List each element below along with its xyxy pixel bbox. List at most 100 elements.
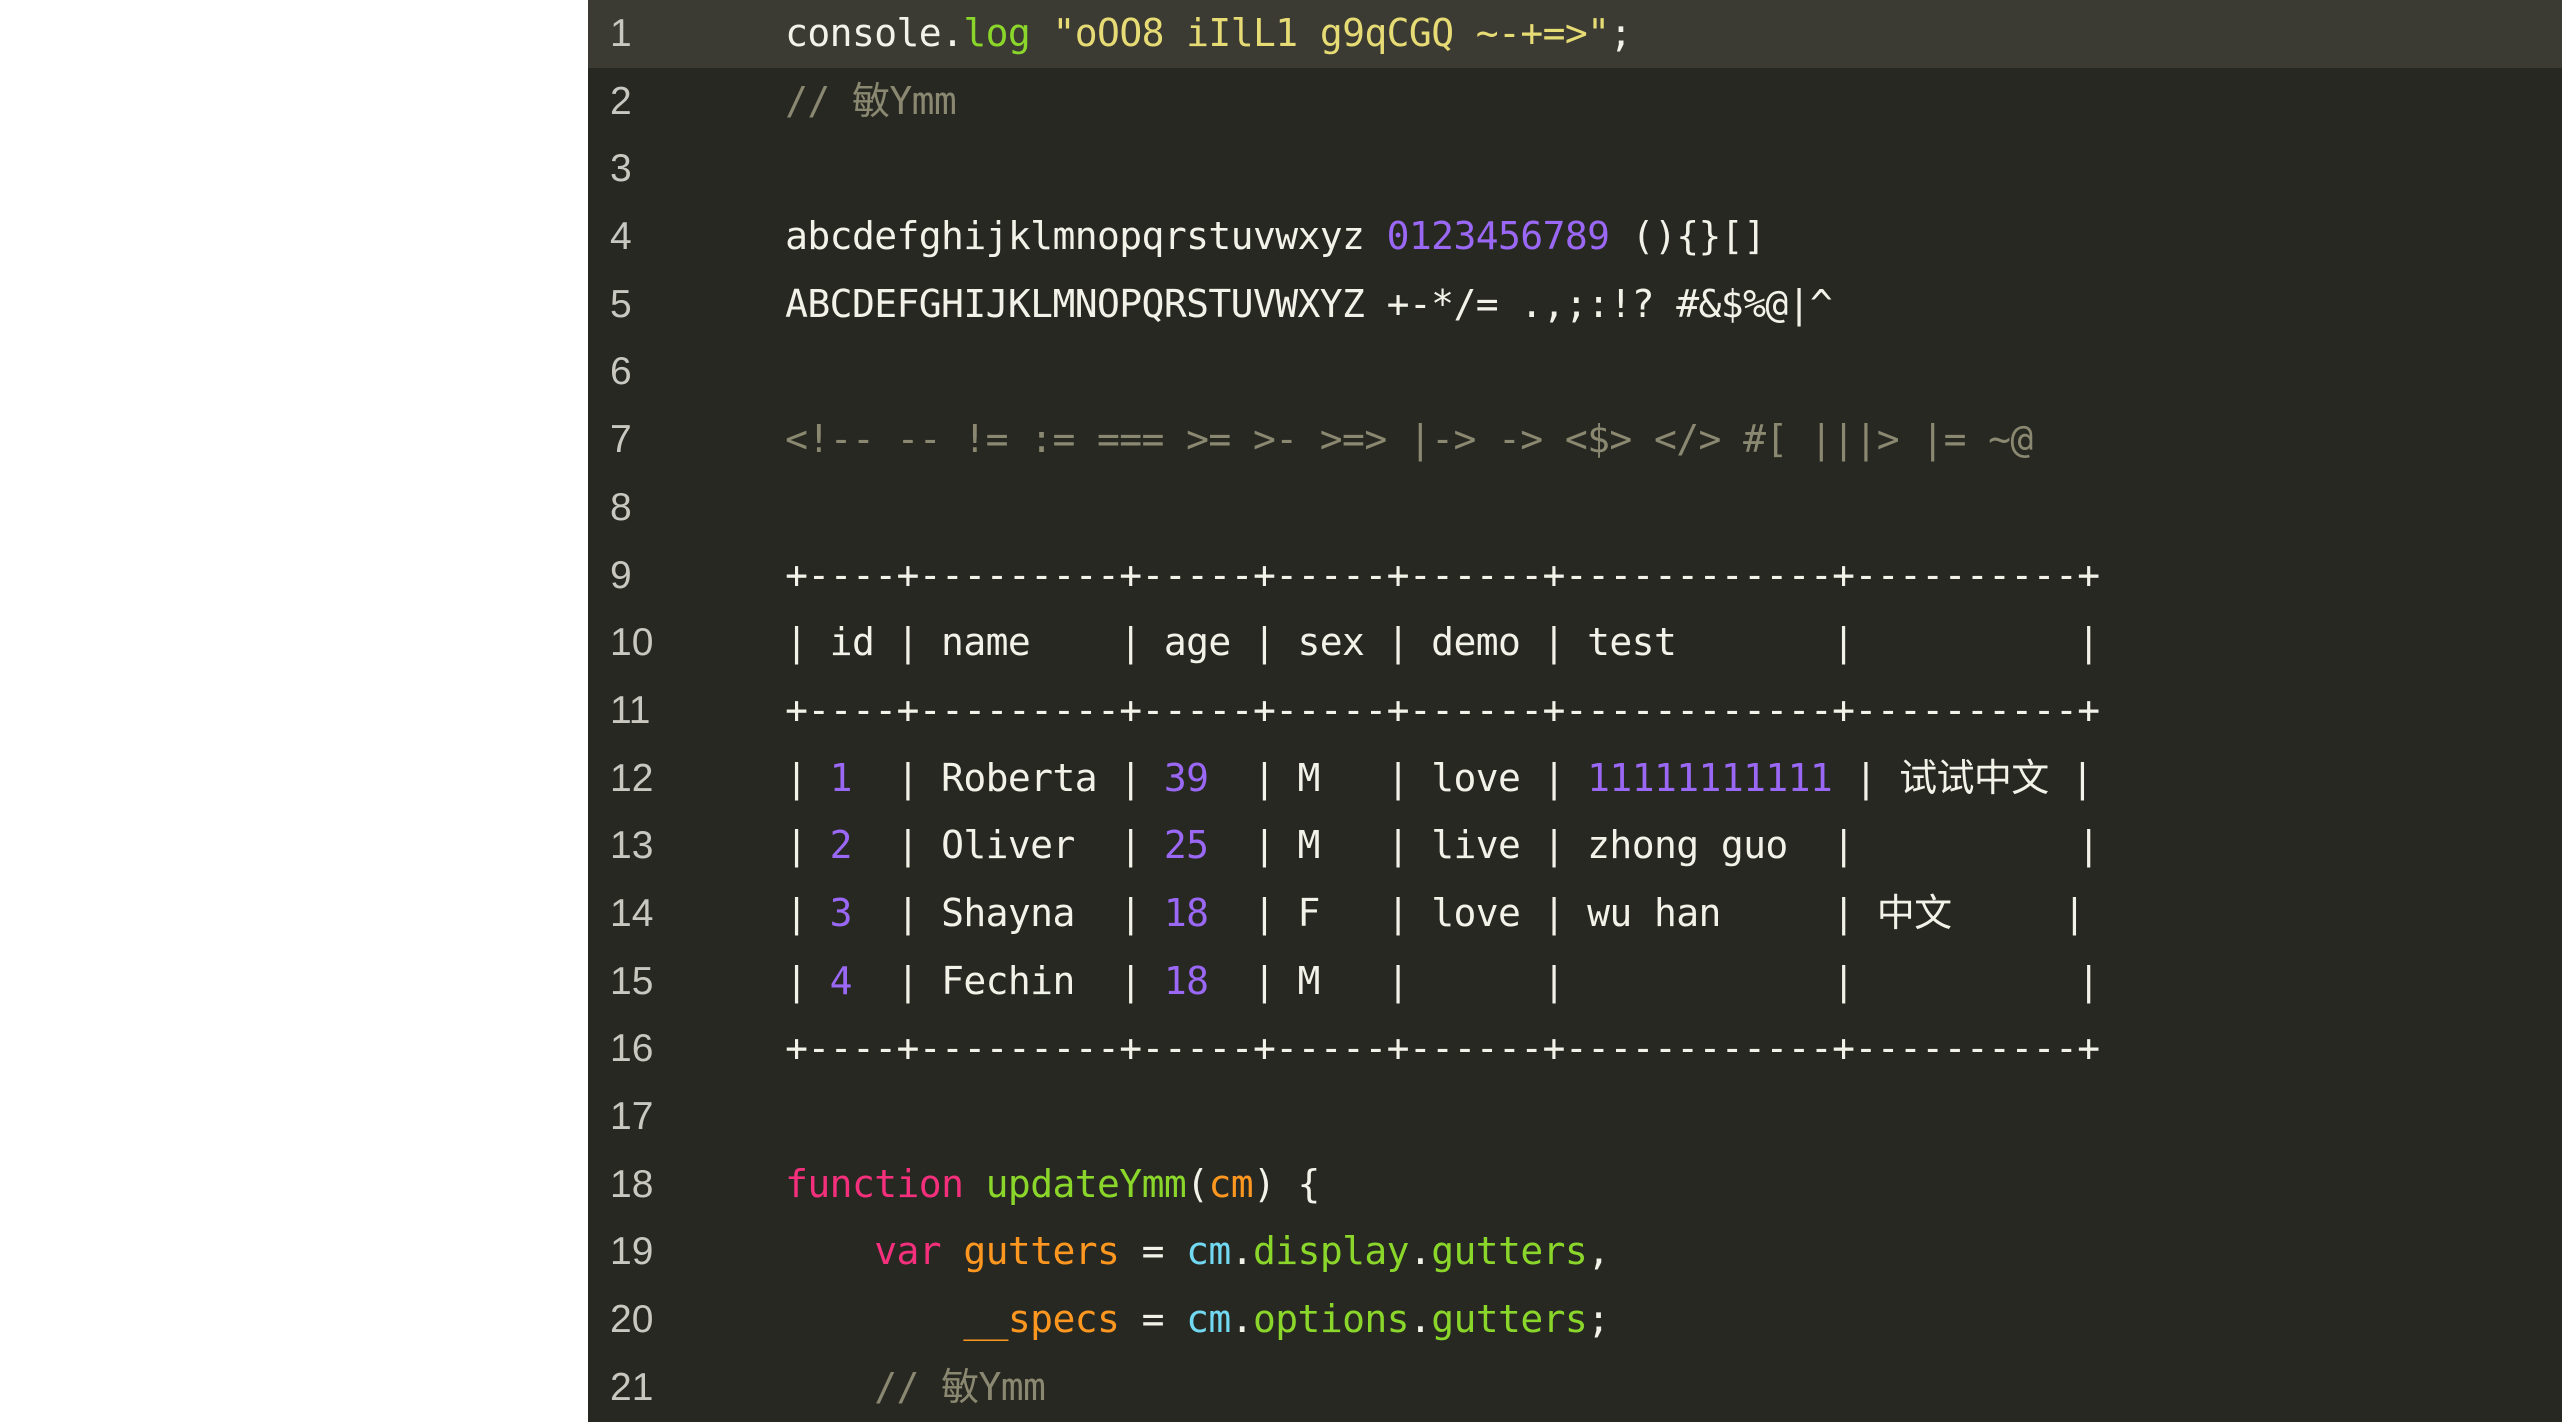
code-line[interactable]: 9 +----+---------+-----+-----+------+---… bbox=[588, 542, 2562, 610]
code-line-content[interactable]: | id | name | age | sex | demo | test | … bbox=[696, 609, 2562, 677]
code-line-content[interactable]: | 4 | Fechin | 18 | M | | | | bbox=[696, 948, 2562, 1016]
code-token: 39 bbox=[1163, 755, 1209, 800]
code-line-content[interactable]: // 敏Ymm bbox=[696, 1354, 2562, 1422]
code-token: ) { bbox=[1253, 1161, 1320, 1206]
line-number[interactable]: 18 bbox=[588, 1151, 696, 1219]
line-number[interactable]: 6 bbox=[588, 338, 696, 406]
code-line[interactable]: 21 // 敏Ymm bbox=[588, 1354, 2562, 1422]
code-line-content[interactable]: ABCDEFGHIJKLMNOPQRSTUVWXYZ +-*/= .,;:!? … bbox=[696, 271, 2562, 339]
code-line[interactable]: 18 function updateYmm(cm) { bbox=[588, 1151, 2562, 1219]
code-token: 中文 bbox=[1876, 890, 1952, 935]
code-line-content[interactable] bbox=[696, 338, 2562, 406]
code-line-content[interactable]: <!-- -- != := === >= >- >=> |-> -> <$> <… bbox=[696, 406, 2562, 474]
code-token: = bbox=[1119, 1229, 1187, 1274]
code-line[interactable]: 3 bbox=[588, 135, 2562, 203]
code-token: gutters bbox=[1431, 1229, 1588, 1274]
code-line[interactable]: 14 | 3 | Shayna | 18 | F | love | wu han… bbox=[588, 880, 2562, 948]
code-token: var bbox=[874, 1229, 942, 1274]
code-line-content[interactable]: | 1 | Roberta | 39 | M | love | 11111111… bbox=[696, 745, 2562, 813]
code-line[interactable]: 12 | 1 | Roberta | 39 | M | love | 11111… bbox=[588, 745, 2562, 813]
line-number[interactable]: 4 bbox=[588, 203, 696, 271]
code-token: ABCDEFGHIJKLMNOPQRSTUVWXYZ +-*/= .,;:!? … bbox=[696, 281, 1833, 326]
line-number[interactable]: 8 bbox=[588, 474, 696, 542]
code-token: . bbox=[1408, 1229, 1432, 1274]
code-token: options bbox=[1252, 1297, 1410, 1342]
code-line[interactable]: 8 bbox=[588, 474, 2562, 542]
code-line-content[interactable]: +----+---------+-----+-----+------+-----… bbox=[696, 677, 2562, 745]
left-blank-margin bbox=[0, 0, 588, 1422]
code-line-content[interactable] bbox=[696, 474, 2562, 542]
code-line-content[interactable] bbox=[696, 135, 2562, 203]
code-token: ; bbox=[1587, 1297, 1610, 1342]
code-line[interactable]: 20 __specs = cm.options.gutters; bbox=[588, 1286, 2562, 1354]
code-token: 1 bbox=[829, 755, 853, 800]
line-number[interactable]: 7 bbox=[588, 406, 696, 474]
code-editor-pane[interactable]: 1 console.log "oOO8 iIlL1 g9qCGQ ~-+=>";… bbox=[588, 0, 2562, 1422]
code-token: 18 bbox=[1163, 890, 1209, 935]
code-token: function bbox=[785, 1161, 964, 1206]
code-line-content[interactable]: // 敏Ymm bbox=[696, 68, 2562, 136]
line-number[interactable]: 2 bbox=[588, 68, 696, 136]
code-line-content[interactable]: var gutters = cm.display.gutters, bbox=[696, 1218, 2562, 1286]
code-line[interactable]: 5 ABCDEFGHIJKLMNOPQRSTUVWXYZ +-*/= .,;:!… bbox=[588, 271, 2562, 339]
code-token: . bbox=[1408, 1297, 1432, 1342]
code-token: | Oliver | bbox=[851, 823, 1164, 868]
line-number[interactable]: 12 bbox=[588, 745, 696, 813]
code-token: 敏 bbox=[851, 78, 890, 123]
line-number[interactable]: 20 bbox=[588, 1286, 696, 1354]
code-line-content[interactable]: abcdefghijklmnopqrstuvwxyz 0123456789 ()… bbox=[696, 203, 2562, 271]
line-number[interactable]: 3 bbox=[588, 135, 696, 203]
code-line[interactable]: 15 | 4 | Fechin | 18 | M | | | | bbox=[588, 948, 2562, 1016]
code-line[interactable]: 16 +----+---------+-----+-----+------+--… bbox=[588, 1015, 2562, 1083]
code-token: 试试中文 bbox=[1899, 755, 2049, 800]
code-line-content[interactable]: | 2 | Oliver | 25 | M | live | zhong guo… bbox=[696, 812, 2562, 880]
screenshot-root: 1 console.log "oOO8 iIlL1 g9qCGQ ~-+=>";… bbox=[0, 0, 2562, 1422]
code-token: | id | name | age | sex | demo | test | … bbox=[696, 620, 2100, 665]
code-token: updateYmm bbox=[985, 1161, 1187, 1206]
code-token: +----+---------+-----+-----+------+-----… bbox=[696, 1026, 2100, 1071]
line-number[interactable]: 14 bbox=[588, 880, 696, 948]
code-line[interactable]: 6 bbox=[588, 338, 2562, 406]
line-number[interactable]: 13 bbox=[588, 812, 696, 880]
code-lines-container[interactable]: 1 console.log "oOO8 iIlL1 g9qCGQ ~-+=>";… bbox=[588, 0, 2562, 1421]
code-token: | F | love | wu han | bbox=[1208, 890, 1877, 935]
line-number[interactable]: 16 bbox=[588, 1015, 696, 1083]
code-line-content[interactable]: __specs = cm.options.gutters; bbox=[696, 1286, 2562, 1354]
code-line[interactable]: 7 <!-- -- != := === >= >- >=> |-> -> <$>… bbox=[588, 406, 2562, 474]
line-number[interactable]: 19 bbox=[588, 1218, 696, 1286]
line-number[interactable]: 9 bbox=[588, 542, 696, 610]
code-line[interactable]: 17 bbox=[588, 1083, 2562, 1151]
line-number[interactable]: 1 bbox=[588, 0, 696, 68]
code-token: | bbox=[696, 958, 830, 1003]
code-line[interactable]: 11 +----+---------+-----+-----+------+--… bbox=[588, 677, 2562, 745]
line-number[interactable]: 11 bbox=[588, 677, 696, 745]
code-line-content[interactable] bbox=[696, 1083, 2562, 1151]
code-token: cm bbox=[1186, 1229, 1231, 1274]
code-token: 敏 bbox=[941, 1364, 979, 1409]
code-line-content[interactable]: +----+---------+-----+-----+------+-----… bbox=[696, 542, 2562, 610]
code-token: log bbox=[963, 11, 1031, 55]
code-line[interactable]: 1 console.log "oOO8 iIlL1 g9qCGQ ~-+=>"; bbox=[588, 0, 2562, 68]
code-token: | Roberta | bbox=[851, 755, 1164, 800]
line-number[interactable]: 10 bbox=[588, 609, 696, 677]
code-line[interactable]: 10 | id | name | age | sex | demo | test… bbox=[588, 609, 2562, 677]
code-token: Ymm bbox=[889, 78, 957, 123]
line-number[interactable]: 17 bbox=[588, 1083, 696, 1151]
code-line[interactable]: 2 // 敏Ymm bbox=[588, 68, 2562, 136]
code-line-content[interactable]: console.log "oOO8 iIlL1 g9qCGQ ~-+=>"; bbox=[696, 0, 2562, 68]
code-line-content[interactable]: function updateYmm(cm) { bbox=[696, 1151, 2562, 1219]
code-token: 3 bbox=[829, 890, 853, 935]
line-number[interactable]: 15 bbox=[588, 948, 696, 1016]
code-line-content[interactable]: | 3 | Shayna | 18 | F | love | wu han | … bbox=[696, 880, 2562, 948]
code-token: gutters bbox=[1431, 1297, 1588, 1342]
code-token: 0123456789 bbox=[1386, 214, 1610, 259]
line-number[interactable]: 5 bbox=[588, 271, 696, 339]
line-number[interactable]: 21 bbox=[588, 1354, 696, 1422]
code-line-content[interactable]: +----+---------+-----+-----+------+-----… bbox=[696, 1015, 2562, 1083]
code-line[interactable]: 4 abcdefghijklmnopqrstuvwxyz 0123456789 … bbox=[588, 203, 2562, 271]
code-line[interactable]: 13 | 2 | Oliver | 25 | M | live | zhong … bbox=[588, 812, 2562, 880]
code-line[interactable]: 19 var gutters = cm.display.gutters, bbox=[588, 1218, 2562, 1286]
